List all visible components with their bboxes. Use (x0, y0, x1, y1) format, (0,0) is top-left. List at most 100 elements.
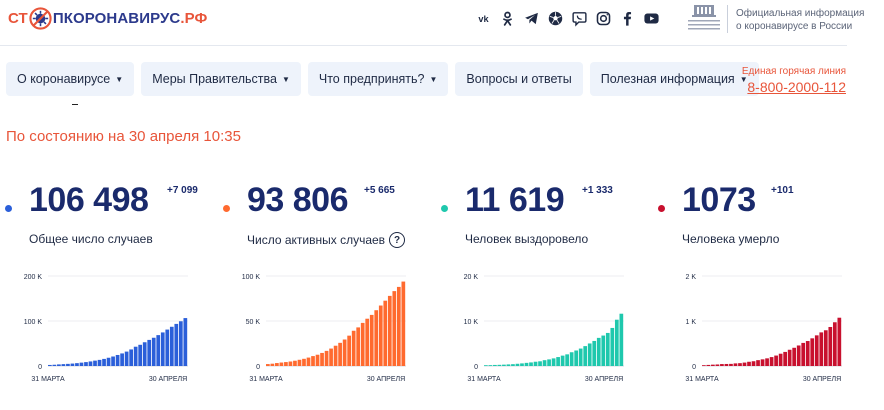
bar (156, 335, 161, 366)
stat-value: 1073 (682, 181, 756, 219)
main-nav: О коронавирусе ▼ Меры Правительства ▼ Что … (6, 62, 759, 96)
bar (520, 363, 524, 366)
nav-item-measures[interactable]: Меры Правительства ▼ (141, 62, 301, 96)
bar (151, 337, 156, 366)
site-logo[interactable]: СТ ПКОРОНАВИРУС .РФ (8, 5, 207, 31)
nav-item-faq[interactable]: Вопросы и ответы (455, 62, 583, 96)
bar (70, 363, 75, 366)
odnoklassniki-icon[interactable] (498, 9, 516, 27)
bar (338, 342, 342, 366)
instagram-icon[interactable] (594, 9, 612, 27)
youtube-icon[interactable] (642, 9, 660, 27)
bar (619, 313, 624, 366)
bar (778, 353, 783, 366)
bar (147, 339, 152, 366)
gov-info[interactable]: Официальная информация о коронавирусе в … (736, 7, 864, 33)
bar (502, 364, 506, 366)
bar (392, 291, 397, 366)
bar (738, 363, 742, 366)
soccer-icon[interactable] (546, 9, 564, 27)
y-tick-label: 1 K (685, 319, 696, 326)
bar (760, 359, 765, 366)
bar (783, 351, 787, 366)
bar (733, 363, 738, 366)
bar (765, 358, 769, 366)
bar (574, 350, 579, 366)
bar (93, 360, 97, 366)
bar (587, 343, 592, 366)
series-dot (658, 205, 665, 212)
decorative-dash (72, 104, 78, 105)
bar (133, 346, 138, 366)
bar (315, 354, 320, 366)
bar (774, 355, 778, 366)
bar (124, 351, 129, 366)
bar (715, 364, 720, 366)
bar (142, 342, 147, 366)
hotline-phone-link[interactable]: 8-800-2000-112 (742, 79, 846, 95)
stat-label-text: Общее число случаев (29, 232, 153, 246)
bar (288, 361, 293, 366)
chart-active-cases: 0 50 K 100 K 31 МАРТА 30 АПРЕЛЯ (222, 268, 412, 388)
nav-item-what-to-do[interactable]: Что предпринять? ▼ (307, 62, 449, 96)
y-tick-label: 0 (256, 364, 260, 371)
bar (583, 346, 588, 366)
nav-item-about[interactable]: О коронавирусе ▼ (6, 62, 135, 96)
y-tick-label: 0 (692, 364, 696, 371)
facebook-icon[interactable] (618, 9, 636, 27)
bar (266, 364, 270, 366)
bar (75, 363, 79, 366)
stat-delta: +101 (771, 185, 794, 196)
y-tick-label: 0 (38, 364, 42, 371)
y-tick-label: 200 K (24, 274, 43, 281)
bar (787, 349, 792, 366)
bar (52, 364, 57, 366)
series-dot (5, 205, 12, 212)
bar (88, 361, 93, 366)
bar (169, 326, 174, 366)
bar (306, 357, 311, 366)
bar (569, 352, 574, 366)
bar (270, 363, 275, 366)
bar (742, 362, 747, 366)
government-emblem-icon[interactable] (684, 3, 724, 35)
telegram-icon[interactable] (522, 9, 540, 27)
gov-info-line-2: о коронавирусе в России (736, 21, 853, 32)
bar (111, 356, 115, 366)
bar (329, 348, 333, 366)
chart-active-cases-svg: 0 50 K 100 K 31 МАРТА 30 АПРЕЛЯ (242, 274, 406, 383)
help-icon[interactable]: ? (389, 232, 406, 248)
bar (120, 353, 124, 366)
y-tick-label: 2 K (685, 274, 696, 281)
bar (369, 314, 374, 366)
chart-deaths-svg: 0 1 K 2 K 31 МАРТА 30 АПРЕЛЯ (685, 274, 842, 383)
y-tick-label: 50 K (246, 319, 261, 326)
bar (183, 318, 188, 366)
viber-icon[interactable] (570, 9, 588, 27)
bar (79, 362, 84, 366)
x-tick-label-end: 30 АПРЕЛЯ (803, 376, 841, 383)
bar (511, 364, 515, 366)
y-tick-label: 100 K (242, 274, 261, 281)
bar (275, 363, 279, 366)
bar (360, 322, 365, 366)
nav-item-useful-info[interactable]: Полезная информация ▼ (589, 62, 759, 96)
bar (711, 364, 715, 366)
nav-item-label: Вопросы и ответы (466, 72, 572, 86)
bar (538, 361, 542, 366)
stat-label-text: Человек выздоровело (465, 232, 589, 246)
bar (814, 335, 819, 366)
bar (347, 335, 351, 366)
bar (832, 322, 837, 366)
bar (614, 319, 619, 366)
bar (174, 323, 179, 366)
bar (506, 364, 511, 366)
bar (138, 344, 143, 366)
status-date: По состоянию на 30 апреля 10:35 (6, 128, 241, 145)
bar (542, 360, 547, 366)
series-dot (223, 205, 230, 212)
bar (720, 364, 724, 366)
x-tick-label-start: 31 МАРТА (685, 376, 719, 383)
bar (578, 348, 583, 366)
vk-icon[interactable]: vk (474, 9, 492, 27)
